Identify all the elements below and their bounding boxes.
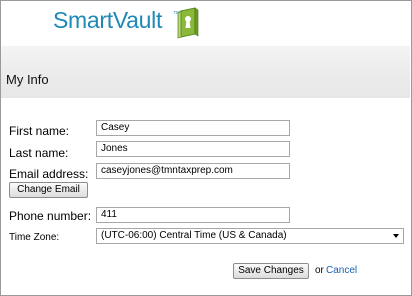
header: SmartVault ™ (1, 1, 410, 45)
book-keyhole-icon (177, 7, 199, 39)
first-name-label: First name: (9, 124, 70, 138)
phone-label: Phone number: (9, 209, 92, 223)
save-changes-button[interactable]: Save Changes (233, 263, 309, 279)
time-zone-label: Time Zone: (9, 232, 60, 243)
title-band (1, 46, 410, 98)
cancel-link[interactable]: Cancel (326, 265, 357, 276)
change-email-button[interactable]: Change Email (9, 182, 88, 198)
time-zone-select[interactable]: (UTC-06:00) Central Time (US & Canada) (96, 228, 404, 244)
last-name-input[interactable]: Jones (96, 141, 290, 157)
time-zone-selected-value: (UTC-06:00) Central Time (US & Canada) (101, 230, 287, 241)
email-input[interactable]: caseyjones@tmntaxprep.com (96, 163, 290, 179)
phone-input[interactable]: 411 (96, 207, 290, 223)
email-label: Email address: (9, 167, 89, 181)
first-name-input[interactable]: Casey (96, 120, 290, 136)
brand-logo-text: SmartVault (53, 7, 163, 33)
last-name-label: Last name: (9, 146, 69, 160)
page-title: My Info (6, 72, 49, 87)
chevron-down-icon (393, 234, 399, 238)
or-text: or (315, 265, 324, 276)
